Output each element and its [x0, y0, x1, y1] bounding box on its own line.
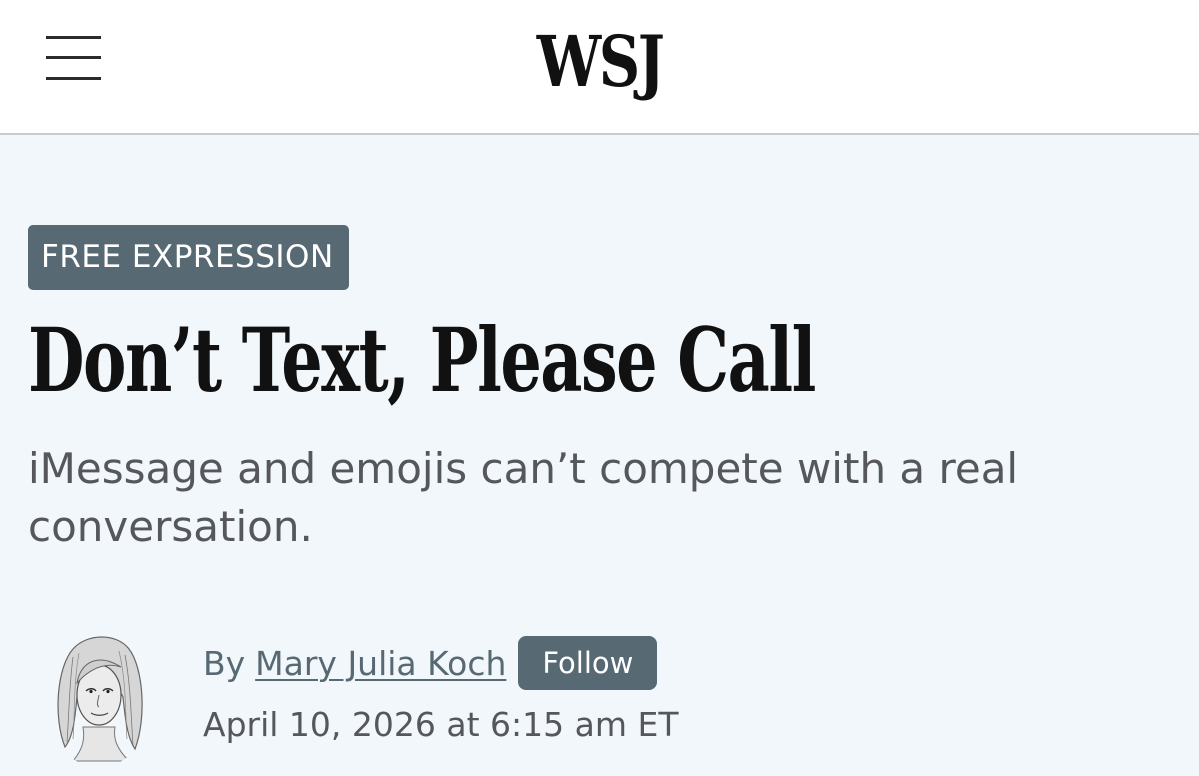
author-link[interactable]: Mary Julia Koch — [255, 644, 506, 683]
section-tag[interactable]: FREE EXPRESSION — [28, 225, 349, 290]
author-portrait-icon — [43, 627, 155, 767]
article-dek: iMessage and emojis can’t compete with a… — [28, 444, 1019, 551]
byline: By Mary Julia Koch Follow — [203, 635, 658, 691]
menu-button[interactable] — [40, 30, 106, 86]
author-avatar[interactable] — [43, 627, 155, 767]
publish-timestamp: April 10, 2026 at 6:15 am ET — [203, 705, 679, 744]
site-header: WSJ — [0, 0, 1199, 135]
wsj-logo[interactable]: WSJ — [108, 22, 1091, 102]
follow-button[interactable]: Follow — [518, 636, 658, 690]
byline-prefix: By — [203, 643, 246, 683]
article-headline: Don’t Text, Please Call — [28, 308, 816, 412]
